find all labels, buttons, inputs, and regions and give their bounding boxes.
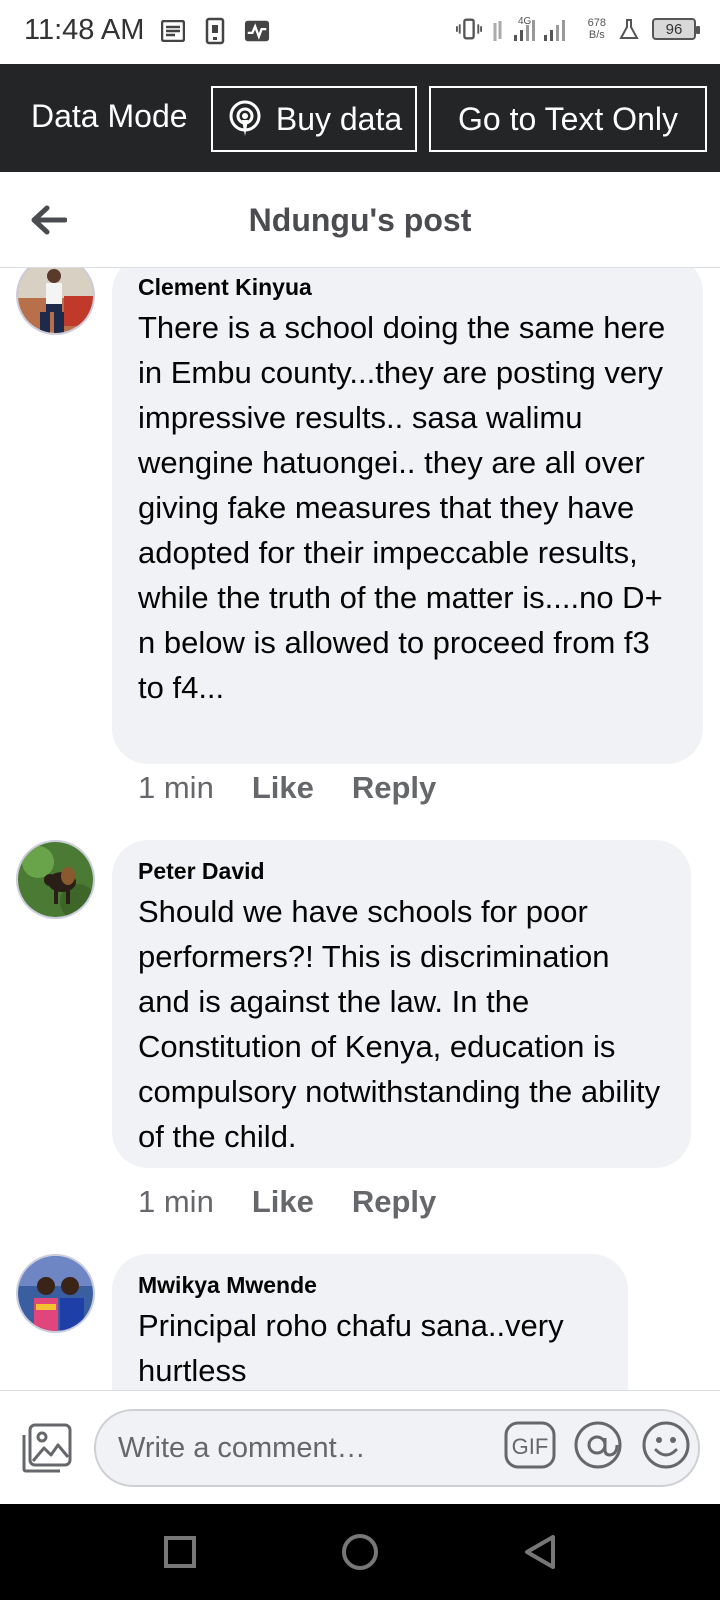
network-type: 4G xyxy=(518,16,532,27)
comment-bubble[interactable]: Peter David Should we have schools for p… xyxy=(112,840,691,1168)
triangle-back-icon xyxy=(522,1533,558,1571)
comment-actions: 1 min Like Reply xyxy=(138,770,436,806)
buy-data-label: Buy data xyxy=(275,100,403,137)
home-button[interactable] xyxy=(338,1530,382,1574)
text-only-label: Go to Text Only xyxy=(458,100,678,137)
battery-level: 96 xyxy=(665,20,683,38)
reply-button[interactable]: Reply xyxy=(352,1184,436,1220)
comment-text: Should we have schools for poor performe… xyxy=(138,894,661,1154)
image-icon xyxy=(20,1421,74,1475)
reply-button[interactable]: Reply xyxy=(352,770,436,806)
comment-composer: GIF xyxy=(0,1390,720,1504)
comment-actions: 1 min Like Reply xyxy=(138,1184,436,1220)
avatar[interactable] xyxy=(16,268,95,335)
status-bar: 11:48 AM 4G 678 B/s 96 xyxy=(0,0,720,64)
vibrate-icon xyxy=(455,14,482,44)
like-button[interactable]: Like xyxy=(252,770,314,806)
page-title: Ndungu's post xyxy=(248,202,472,238)
post-header: Ndungu's post xyxy=(0,172,720,268)
net-speed: 678 B/s xyxy=(587,17,606,41)
gif-label: GIF xyxy=(512,1434,549,1459)
comment-timestamp: 1 min xyxy=(138,770,214,805)
square-icon xyxy=(163,1535,197,1569)
comment-text: Principal roho chafu sana..very hurtless xyxy=(138,1308,564,1388)
avatar[interactable] xyxy=(16,1254,95,1333)
composer-icons: GIF xyxy=(504,1419,692,1471)
comment-text: There is a school doing the same here in… xyxy=(138,310,666,705)
data-mode-bar: Data Mode Buy data Go to Text Only xyxy=(0,64,720,172)
smiley-icon xyxy=(641,1420,691,1470)
emoji-button[interactable] xyxy=(640,1419,692,1471)
back-nav-button[interactable] xyxy=(518,1530,562,1574)
podcast-icon xyxy=(226,100,264,138)
comment-author[interactable]: Mwikya Mwende xyxy=(138,1272,602,1299)
avatar[interactable] xyxy=(16,840,95,919)
comment-bubble[interactable]: Clement Kinyua There is a school doing t… xyxy=(112,268,703,764)
activity-icon xyxy=(244,16,270,46)
like-button[interactable]: Like xyxy=(252,1184,314,1220)
buy-data-button[interactable]: Buy data xyxy=(211,86,417,152)
at-sign-icon xyxy=(573,1420,623,1470)
recents-button[interactable] xyxy=(158,1530,202,1574)
comment-timestamp: 1 min xyxy=(138,1184,214,1219)
photo-button[interactable] xyxy=(20,1421,74,1475)
status-time: 11:48 AM xyxy=(24,14,145,46)
comment-author[interactable]: Peter David xyxy=(138,858,665,885)
status-right-icons: 4G 678 B/s 96 xyxy=(455,14,700,44)
sim-card-icon xyxy=(202,16,228,46)
flask-icon xyxy=(616,14,642,44)
system-nav-bar xyxy=(0,1504,720,1600)
circle-icon xyxy=(340,1532,380,1572)
gif-button[interactable]: GIF xyxy=(504,1419,556,1471)
signal-icon: 4G xyxy=(492,14,578,44)
comment-list[interactable]: Clement Kinyua There is a school doing t… xyxy=(0,268,720,1390)
data-mode-label: Data Mode xyxy=(31,98,188,134)
text-only-button[interactable]: Go to Text Only xyxy=(429,86,707,152)
battery-icon: 96 xyxy=(652,18,700,40)
status-notification-icons xyxy=(160,16,270,46)
comment-author[interactable]: Clement Kinyua xyxy=(138,274,677,301)
mention-button[interactable] xyxy=(572,1419,624,1471)
comment-bubble[interactable]: Mwikya Mwende Principal roho chafu sana.… xyxy=(112,1254,628,1390)
message-icon xyxy=(160,16,186,46)
